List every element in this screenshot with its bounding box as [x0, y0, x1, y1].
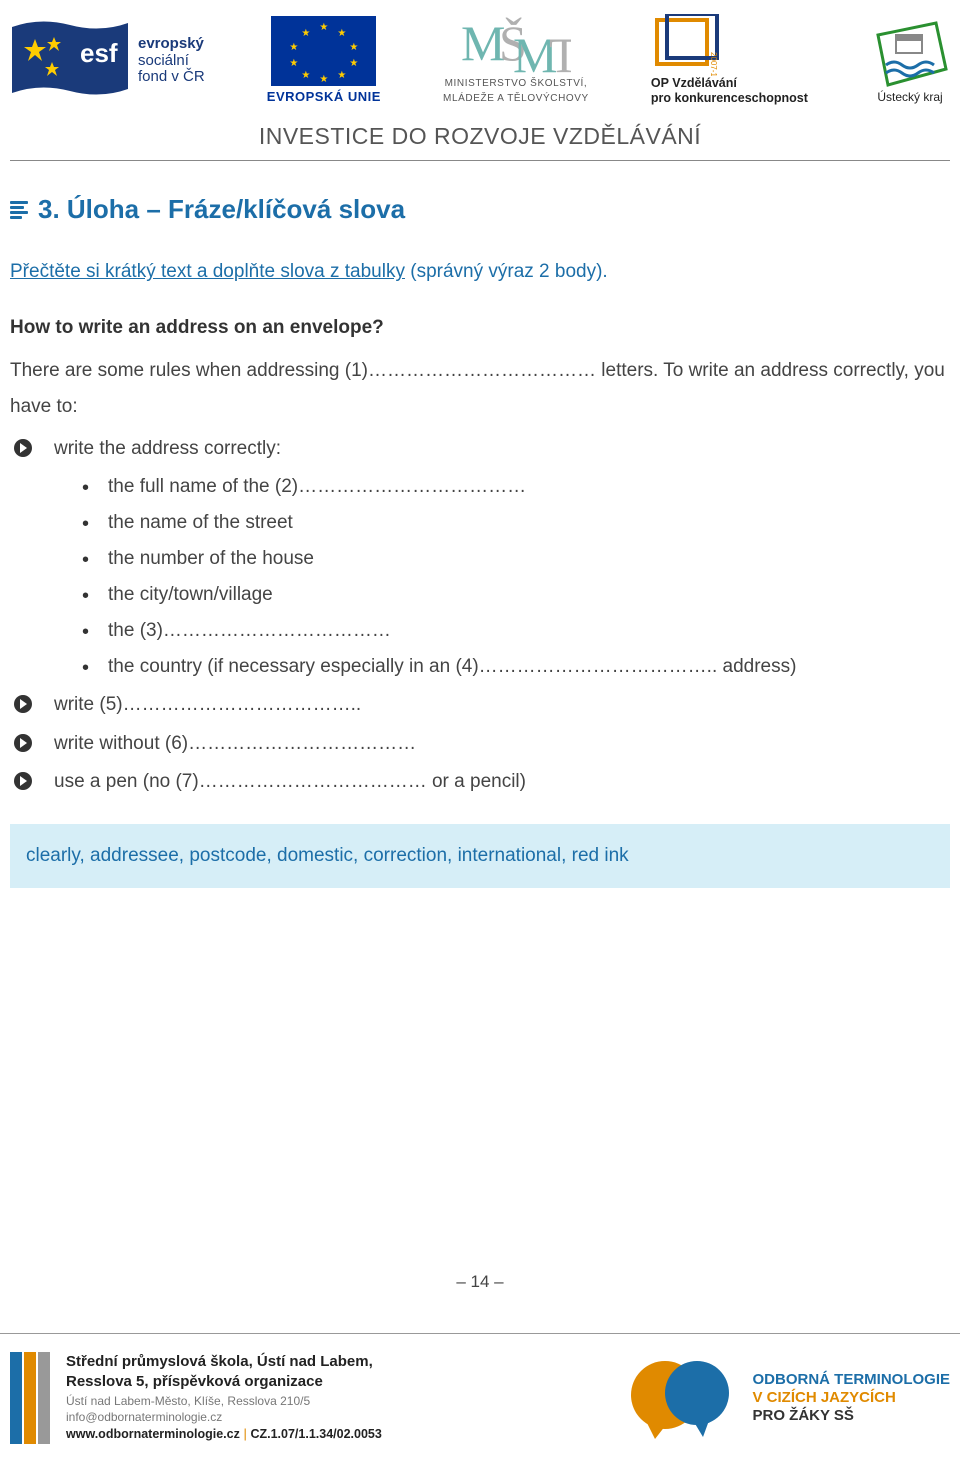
arrow-list: write the address correctly: the full na…: [10, 431, 950, 800]
esf-text: evropský sociální fond v ČR: [138, 36, 205, 86]
esf-logo: esf evropský sociální fond v ČR: [10, 17, 205, 105]
msmt-caption-2: MLÁDEŽE A TĚLOVÝCHOVY: [443, 93, 589, 106]
footer-ot-text: ODBORNÁ TERMINOLOGIE V CIZÍCH JAZYCÍCH P…: [753, 1371, 951, 1425]
footer-url: www.odbornaterminologie.cz: [66, 1427, 240, 1441]
footer-code: CZ.1.07/1.1.34/02.0053: [250, 1427, 381, 1441]
eu-flag-icon: ★ ★ ★ ★ ★ ★ ★ ★ ★ ★: [271, 16, 376, 86]
page-number: – 14 –: [0, 1272, 960, 1292]
sub-item-1: the full name of the (2)………………………………: [82, 469, 950, 505]
footer-address: Ústí nad Labem-Město, Klíše, Resslova 21…: [66, 1393, 382, 1409]
footer-left: Střední průmyslová škola, Ústí nad Labem…: [10, 1352, 382, 1444]
instruction-line: Přečtěte si krátký text a doplňte slova …: [10, 254, 950, 290]
footer-school-1: Střední průmyslová škola, Ústí nad Labem…: [66, 1352, 382, 1372]
opv-line1: OP Vzdělávání: [651, 76, 737, 90]
eu-logo: ★ ★ ★ ★ ★ ★ ★ ★ ★ ★ EVROPSKÁ UNIE: [267, 16, 381, 105]
footer-email: info@odbornaterminologie.cz: [66, 1409, 382, 1425]
arrow-item-1: write the address correctly: the full na…: [14, 431, 950, 686]
arrow-item-4: use a pen (no (7)……………………………… or a penci…: [14, 764, 950, 800]
esf-line2: sociální: [138, 53, 205, 70]
sub-item-4: the city/town/village: [82, 577, 950, 613]
svg-text:T: T: [549, 27, 571, 76]
svg-text:esf: esf: [80, 38, 118, 68]
eu-caption: EVROPSKÁ UNIE: [267, 90, 381, 105]
sub-list: the full name of the (2)……………………………… the…: [54, 469, 950, 686]
arrow-item-1-text: write the address correctly:: [54, 438, 281, 459]
svg-text:2007-13: 2007-13: [709, 52, 718, 76]
header-rule: [10, 160, 950, 161]
arrow-item-2: write (5)………………………………..: [14, 687, 950, 723]
esf-icon: esf: [10, 17, 130, 105]
footer-school-2: Resslova 5, příspěvková organizace: [66, 1372, 382, 1392]
instruction-rest: (správný výraz 2 body).: [405, 261, 608, 282]
kraj-caption: Ústecký kraj: [877, 91, 942, 105]
word-bank: clearly, addressee, postcode, domestic, …: [10, 824, 950, 888]
footer-url-row: www.odbornaterminologie.cz | CZ.1.07/1.1…: [66, 1425, 382, 1443]
opv-logo: 2007-13 OP Vzdělávání pro konkurencescho…: [651, 14, 808, 105]
page-footer: Střední průmyslová škola, Ústí nad Labem…: [0, 1333, 960, 1472]
arrow-item-3: write without (6)………………………………: [14, 726, 950, 762]
sub-item-5: the (3)………………………………: [82, 613, 950, 649]
opv-line2: pro konkurenceschopnost: [651, 91, 808, 105]
logo-row: esf evropský sociální fond v ČR ★ ★ ★ ★ …: [10, 12, 950, 105]
footer-ot1: ODBORNÁ TERMINOLOGIE: [753, 1371, 951, 1389]
main-content: 3. Úloha – Fráze/klíčová slova Přečtěte …: [0, 185, 960, 888]
esf-line1: evropský: [138, 36, 205, 53]
list-icon: [10, 201, 28, 219]
msmt-icon: M Š M T: [461, 12, 571, 76]
section-title-text: 3. Úloha – Fráze/klíčová slova: [38, 185, 405, 234]
kraj-logo: Ústecký kraj: [870, 21, 950, 105]
footer-ot3: PRO ŽÁKY SŠ: [753, 1407, 951, 1425]
exercise-intro: There are some rules when addressing (1)…: [10, 353, 950, 425]
footer-right: ODBORNÁ TERMINOLOGIE V CIZÍCH JAZYCÍCH P…: [625, 1353, 951, 1443]
exercise-heading: How to write an address on an envelope?: [10, 310, 950, 346]
footer-stripe-icon: [10, 1352, 52, 1444]
header-tagline: INVESTICE DO ROZVOJE VZDĚLÁVÁNÍ: [10, 123, 950, 150]
sub-item-2: the name of the street: [82, 505, 950, 541]
footer-ot2: V CIZÍCH JAZYCÍCH: [753, 1389, 951, 1407]
msmt-logo: M Š M T MINISTERSTVO ŠKOLSTVÍ, MLÁDEŽE A…: [443, 12, 589, 105]
esf-line3: fond v ČR: [138, 69, 205, 86]
page-header: esf evropský sociální fond v ČR ★ ★ ★ ★ …: [0, 0, 960, 161]
msmt-caption-1: MINISTERSTVO ŠKOLSTVÍ,: [445, 78, 588, 91]
kraj-icon: [870, 21, 950, 89]
footer-sep: |: [240, 1426, 251, 1441]
section-title: 3. Úloha – Fráze/klíčová slova: [10, 185, 950, 234]
opv-icon: 2007-13: [651, 14, 721, 76]
instruction-underlined: Přečtěte si krátký text a doplňte slova …: [10, 261, 405, 282]
footer-school-block: Střední průmyslová škola, Ústí nad Labem…: [66, 1352, 382, 1443]
speech-bubbles-icon: [625, 1353, 735, 1443]
sub-item-6: the country (if necessary especially in …: [82, 649, 950, 685]
sub-item-3: the number of the house: [82, 541, 950, 577]
